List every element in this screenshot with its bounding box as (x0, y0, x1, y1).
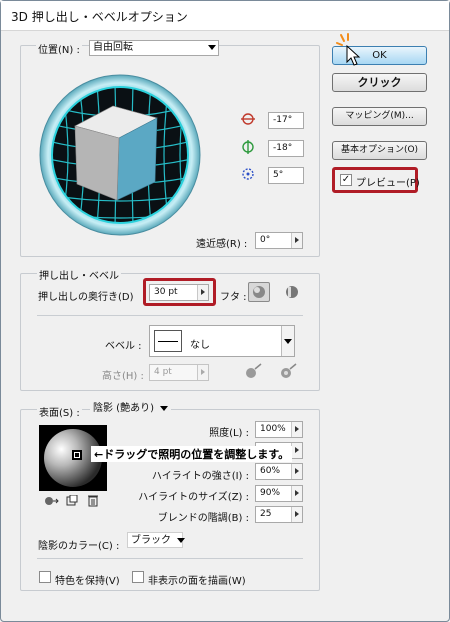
shade-color-label: 陰影のカラー(C) : (38, 541, 120, 552)
highlight-intensity-value: 60% (260, 466, 281, 476)
chevron-down-icon (159, 405, 168, 411)
shade-color-select[interactable]: ブラック (127, 532, 185, 548)
bevel-swatch (154, 330, 182, 352)
cap-label: フタ : (220, 292, 247, 303)
cap-on-icon (253, 286, 265, 298)
chevron-down-icon (208, 45, 216, 50)
bevel-height-value: 4 pt (154, 367, 172, 377)
highlight-size-value: 90% (260, 488, 281, 498)
check-icon: ✓ (341, 174, 351, 185)
preserve-spot-label: 特色を保持(V) (55, 576, 120, 587)
light-intensity-label: 照度(L) : (209, 428, 249, 439)
lighting-annotation: ←ドラッグで照明の位置を調整します。 (91, 446, 293, 462)
bevel-out-icon[interactable] (242, 362, 264, 380)
z-rotation-value: 5° (273, 170, 284, 180)
highlight-size-stepper[interactable] (291, 486, 302, 501)
chevron-down-icon (284, 339, 292, 344)
light-handle[interactable] (72, 450, 82, 460)
cap-on-button[interactable] (248, 282, 270, 302)
preview-checkbox[interactable]: ✓ (340, 174, 352, 186)
ambient-light-stepper[interactable] (291, 443, 302, 458)
ok-button-label: OK (372, 50, 387, 61)
perspective-label: 遠近感(R) : (196, 239, 248, 250)
bevel-label: ベベル : (105, 341, 142, 352)
position-label: 位置(N) : (36, 41, 82, 56)
surface-select-value: 陰影 (艶あり) (93, 403, 154, 414)
blend-steps-field[interactable]: 25 (255, 506, 303, 523)
mouse-cursor-icon (346, 45, 361, 66)
light-intensity-field[interactable]: 100% (255, 421, 303, 438)
title-bar: 3D 押し出し・ベベルオプション (1, 1, 449, 31)
blend-steps-value: 25 (260, 509, 272, 519)
extrude-depth-field[interactable]: 30 pt (149, 284, 209, 301)
highlight-intensity-field[interactable]: 60% (255, 463, 303, 480)
position-select-value: 自由回転 (93, 42, 133, 53)
surface-separator (37, 558, 303, 559)
extrude-depth-value: 30 pt (154, 287, 178, 297)
z-rotation-field[interactable]: 5° (268, 167, 304, 184)
position-select[interactable]: 自由回転 (89, 40, 219, 56)
extrude-depth-stepper[interactable] (197, 285, 208, 300)
highlight-intensity-stepper[interactable] (291, 464, 302, 479)
light-intensity-stepper[interactable] (291, 422, 302, 437)
cap-off-icon[interactable] (283, 284, 301, 300)
lighting-toolbar (39, 493, 107, 509)
chevron-down-icon (177, 537, 185, 543)
blend-steps-label: ブレンドの階調(B) : (157, 513, 249, 524)
extrude-separator (37, 315, 303, 316)
light-intensity-value: 100% (260, 424, 286, 434)
highlight-size-label: ハイライトのサイズ(Z) : (138, 492, 249, 503)
dialog-title: 3D 押し出し・ベベルオプション (11, 10, 188, 24)
perspective-stepper[interactable] (291, 233, 302, 248)
bevel-select[interactable]: なし (149, 325, 295, 357)
bevel-value: なし (190, 340, 210, 351)
basic-options-button[interactable]: 基本オプション(O) (332, 141, 427, 160)
bevel-in-icon[interactable] (277, 362, 299, 380)
click-note-button: クリック (332, 73, 427, 92)
preview-label: プレビュー(P) (356, 178, 420, 189)
mapping-button[interactable]: マッピング(M)... (332, 107, 427, 126)
basic-options-button-label: 基本オプション(O) (340, 145, 419, 155)
y-rotation-icon (242, 140, 254, 154)
surface-label: 表面(S) : (37, 404, 82, 419)
move-light-back-icon[interactable] (43, 495, 59, 507)
extrude-depth-label: 押し出しの奥行き(D) (38, 292, 134, 303)
preserve-spot-checkbox[interactable] (39, 571, 51, 583)
perspective-value: 0° (260, 235, 271, 245)
dialog-window: 3D 押し出し・ベベルオプション 位置(N) : 自由回転 -17° -18° … (0, 0, 450, 622)
shade-color-value: ブラック (131, 535, 171, 546)
y-rotation-field[interactable]: -18° (268, 140, 304, 157)
mapping-button-label: マッピング(M)... (345, 111, 414, 121)
draw-hidden-checkbox[interactable] (132, 571, 144, 583)
extrude-bevel-group-label: 押し出し・ベベル (37, 267, 121, 282)
new-light-icon[interactable] (66, 495, 78, 507)
surface-select[interactable]: 陰影 (艶あり) (90, 401, 171, 417)
click-note-text: クリック (357, 76, 402, 89)
blend-steps-stepper[interactable] (291, 507, 302, 522)
x-rotation-value: -17° (273, 115, 293, 125)
bevel-height-label: 高さ(H) : (102, 371, 144, 382)
bevel-dropdown-toggle[interactable] (281, 326, 294, 356)
y-rotation-value: -18° (273, 143, 293, 153)
lighting-annotation-text: ←ドラッグで照明の位置を調整します。 (94, 448, 290, 461)
highlight-size-field[interactable]: 90% (255, 485, 303, 502)
highlight-intensity-label: ハイライトの強さ(I) : (151, 471, 249, 482)
x-rotation-field[interactable]: -17° (268, 112, 304, 129)
perspective-field[interactable]: 0° (255, 232, 303, 249)
trash-icon[interactable] (87, 494, 99, 507)
z-rotation-icon (242, 168, 254, 180)
draw-hidden-label: 非表示の面を描画(W) (148, 576, 246, 587)
rotation-trackball[interactable] (39, 74, 201, 236)
bevel-height-stepper[interactable] (197, 365, 208, 380)
x-rotation-icon (241, 113, 255, 125)
bevel-height-field[interactable]: 4 pt (149, 364, 209, 381)
